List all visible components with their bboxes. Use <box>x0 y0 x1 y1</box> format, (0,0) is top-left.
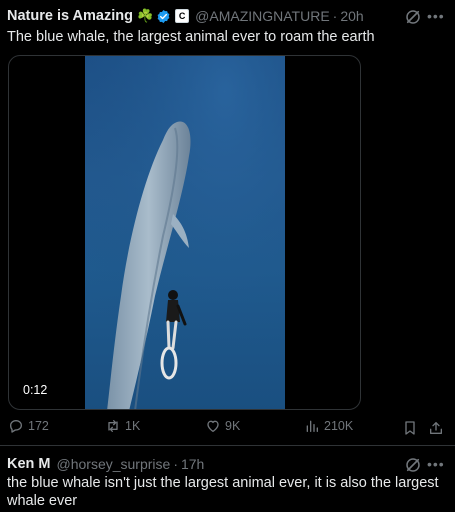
heart-icon <box>207 420 219 432</box>
verified-badge-icon <box>157 9 170 23</box>
display-name[interactable]: Nature is Amazing <box>7 8 133 24</box>
separator-dot: · <box>332 8 338 24</box>
share-button[interactable] <box>428 420 444 441</box>
like-button[interactable]: 9K <box>205 418 240 434</box>
user-handle[interactable]: @horsey_surprise <box>57 456 171 472</box>
views-icon <box>306 420 318 432</box>
user-handle[interactable]: @AMAZINGNATURE <box>195 8 330 24</box>
timestamp[interactable]: 20h <box>340 8 363 24</box>
grok-icon[interactable] <box>404 456 422 474</box>
video-thumbnail[interactable] <box>85 56 285 409</box>
separator-dot: · <box>173 456 178 472</box>
more-icon[interactable]: ••• <box>427 9 445 23</box>
tweet-actions: 172 1K 9K 210K <box>0 418 455 438</box>
views-button[interactable]: 210K <box>304 418 353 434</box>
view-count: 210K <box>324 419 354 433</box>
video-player[interactable]: 0:12 <box>8 55 361 410</box>
repost-count: 1K <box>125 419 141 433</box>
like-count: 9K <box>225 419 241 433</box>
affiliate-badge[interactable]: C <box>175 9 190 23</box>
tweet[interactable]: Nature is Amazing ☘️ C @AMAZINGNATURE · … <box>0 0 455 445</box>
clover-emoji: ☘️ <box>136 8 154 23</box>
bookmark-button[interactable] <box>402 420 418 441</box>
tweet-header: Ken M @horsey_surprise · 17h <box>7 454 204 474</box>
display-name[interactable]: Ken M <box>7 456 51 472</box>
repost-icon <box>108 420 118 432</box>
grok-icon[interactable] <box>404 8 422 26</box>
reply-count: 172 <box>28 419 49 433</box>
whale-diver-scene <box>85 56 285 409</box>
video-duration: 0:12 <box>17 381 54 399</box>
reply-icon <box>10 420 22 433</box>
tweet-text: The blue whale, the largest animal ever … <box>7 29 375 45</box>
timestamp[interactable]: 17h <box>181 456 204 472</box>
share-icon <box>430 422 442 434</box>
bookmark-icon <box>405 421 415 435</box>
reply-button[interactable]: 172 <box>8 418 49 434</box>
tweet-text: the blue whale isn't just the largest an… <box>7 475 439 509</box>
repost-button[interactable]: 1K <box>105 418 140 434</box>
reply-tweet[interactable]: Ken M @horsey_surprise · 17h ••• the blu… <box>0 445 455 512</box>
more-icon[interactable]: ••• <box>427 457 445 471</box>
tweet-header: Nature is Amazing ☘️ C @AMAZINGNATURE · … <box>7 6 364 26</box>
